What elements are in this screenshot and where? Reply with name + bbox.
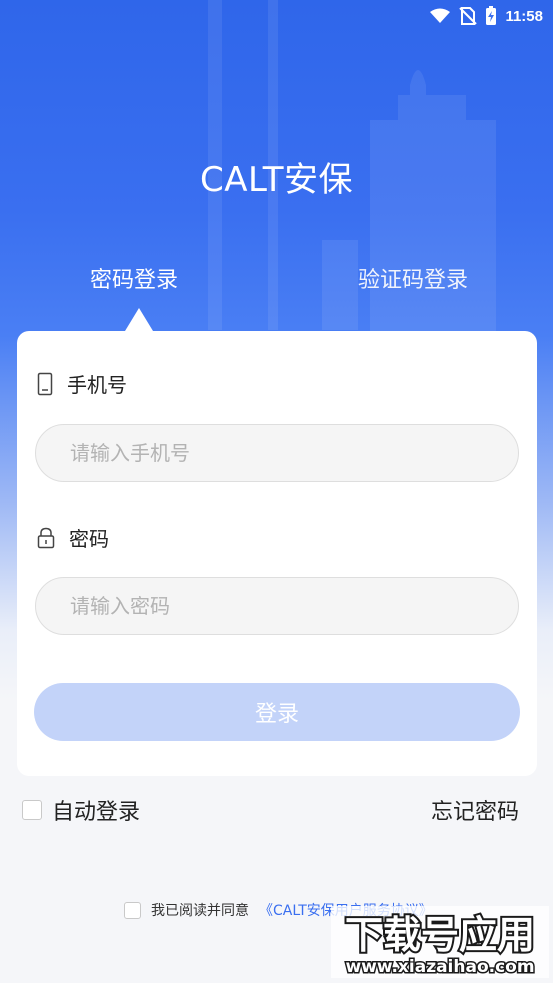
auto-login-checkbox[interactable]: [22, 800, 42, 820]
phone-icon: [37, 372, 53, 395]
site-watermark: 下载号应用 www.xiazaihao.com: [331, 906, 549, 978]
watermark-title: 下载号应用: [345, 913, 535, 957]
tab-password-login[interactable]: 密码登录: [90, 262, 178, 294]
lock-icon: [37, 527, 55, 548]
phone-label: 手机号: [67, 373, 127, 397]
password-label: 密码: [69, 527, 109, 551]
wifi-icon: [430, 8, 451, 23]
password-field-label-row: 密码: [37, 523, 109, 552]
active-tab-indicator: [125, 308, 153, 331]
app-title: CALT安保: [199, 160, 354, 200]
auto-login-row[interactable]: 自动登录: [22, 794, 140, 826]
watermark-url: www.xiazaihao.com: [345, 957, 534, 977]
no-sim-icon: [459, 7, 478, 25]
tab-code-login[interactable]: 验证码登录: [358, 262, 468, 294]
login-card: 手机号 密码 登录: [17, 331, 537, 776]
status-time: 11:58: [505, 7, 543, 25]
status-bar: 11:58: [429, 6, 543, 26]
forgot-password-link[interactable]: 忘记密码: [431, 794, 519, 826]
phone-input[interactable]: [35, 424, 519, 482]
phone-field-label-row: 手机号: [37, 369, 127, 398]
agreement-checkbox[interactable]: [124, 901, 141, 919]
auto-login-label: 自动登录: [52, 800, 141, 825]
battery-charging-icon: [486, 6, 497, 25]
password-input[interactable]: [35, 577, 519, 635]
login-button[interactable]: 登录: [34, 683, 520, 741]
agreement-prefix: 我已阅读并同意: [151, 903, 249, 919]
